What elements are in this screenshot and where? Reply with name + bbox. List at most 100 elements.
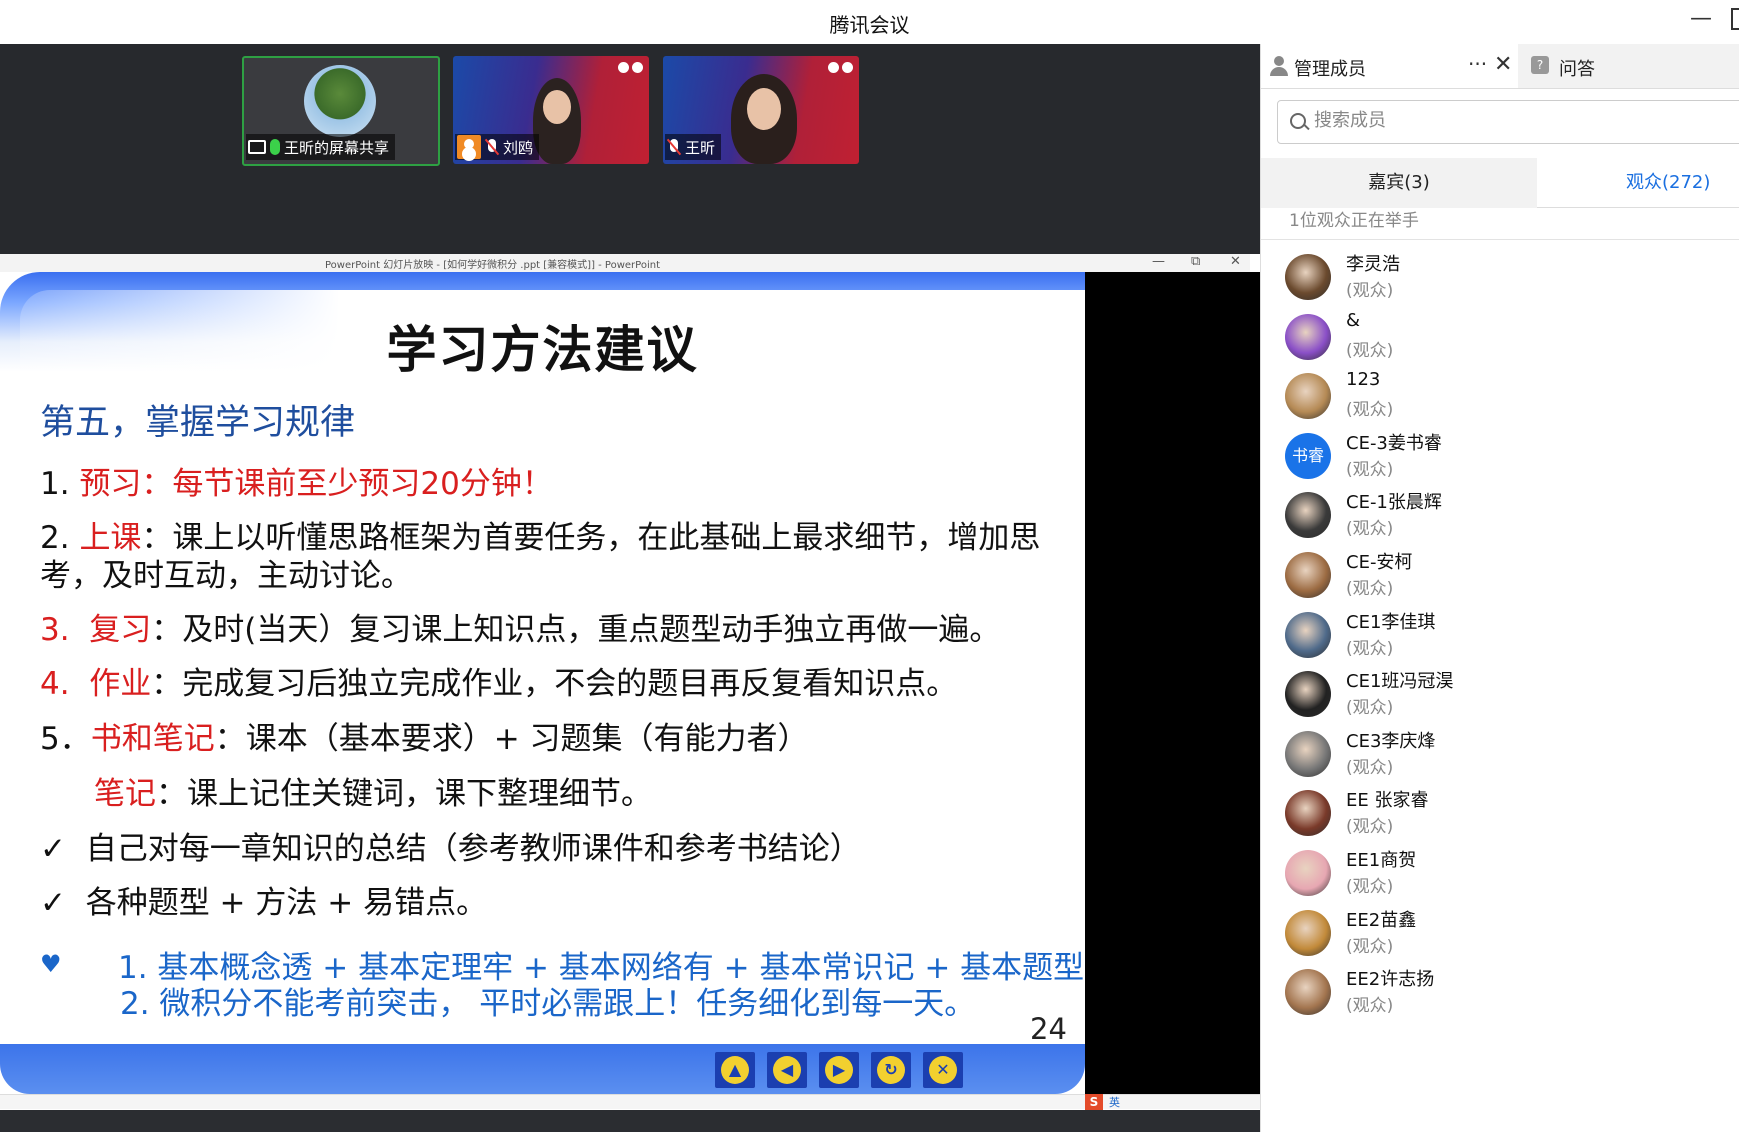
tab-audience[interactable]: 观众(272) <box>1537 158 1739 208</box>
avatar <box>1285 611 1331 658</box>
member-role: (观众) <box>1346 459 1394 480</box>
school-logos <box>828 62 853 73</box>
slide-tip-2: 2. 微积分不能考前突击， 平时必需跟上！任务细化到每一天。 <box>120 986 976 1022</box>
participant-video <box>533 78 581 164</box>
search-icon <box>1290 113 1306 129</box>
member-name: CE-1张晨辉 <box>1346 492 1442 514</box>
avatar <box>1285 969 1331 1016</box>
avatar <box>1285 373 1331 420</box>
member-name: EE2许志扬 <box>1346 969 1435 991</box>
participant-video <box>731 74 797 164</box>
search-input[interactable] <box>1312 109 1716 132</box>
member-icon <box>1269 56 1289 76</box>
slide-check-1: ✓ 自己对每一章知识的总结（参考教师课件和参考书结论） <box>40 831 861 867</box>
close-panel-button[interactable]: ✕ <box>1494 52 1512 77</box>
slide-line-2-cont: 考，及时互动，主动讨论。 <box>40 558 412 594</box>
slide-line-5: 5．书和笔记：课本（基本要求）+ 习题集（有能力者） <box>40 721 809 757</box>
member-role: (观众) <box>1346 400 1394 421</box>
school-logos <box>618 62 643 73</box>
member-name: 李灵浩 <box>1346 254 1400 275</box>
member-name: CE1李佳琪 <box>1346 611 1436 633</box>
tab-label: 管理成员 <box>1294 59 1366 80</box>
list-item[interactable]: 123 (观众) <box>1261 369 1739 435</box>
member-name: 123 <box>1346 369 1381 391</box>
video-tile-wang[interactable]: 王昕 <box>663 56 859 164</box>
tile-name-bar: 王昕 <box>665 134 722 160</box>
avatar: 书睿 <box>1285 432 1331 479</box>
return-icon: ↻ <box>877 1056 905 1084</box>
video-tile-screen-share[interactable]: 王昕的屏幕共享 <box>242 56 440 166</box>
slide-line-3: 3. 复习：及时(当天）复习课上知识点，重点题型动手独立再做一遍。 <box>40 612 1001 648</box>
slide-subtitle: 第五，掌握学习规律 <box>40 403 356 443</box>
list-item[interactable]: EE2许志扬 (观众) <box>1261 965 1739 1031</box>
tab-manage-members[interactable]: 管理成员 ··· ✕ <box>1261 44 1518 88</box>
avatar <box>1285 909 1331 956</box>
ime-toolbar[interactable]: S 英 <box>1085 1094 1120 1110</box>
close-icon: ✕ <box>929 1056 957 1084</box>
member-role: (观众) <box>1346 698 1394 719</box>
ppt-close-button[interactable]: ✕ <box>1230 254 1241 269</box>
member-role: (观众) <box>1346 996 1394 1017</box>
member-name: CE3李庆烽 <box>1346 730 1436 752</box>
check-icon: ✓ <box>40 885 66 921</box>
ppt-window-bar: PowerPoint 幻灯片放映 - [如何学好微积分 .ppt [兼容模式]]… <box>0 254 1250 273</box>
slide-line-1: 1. 预习：每节课前至少预习20分钟！ <box>40 466 553 502</box>
list-item[interactable]: 李灵浩 (观众) <box>1261 250 1739 316</box>
avatar <box>1285 254 1331 300</box>
list-item[interactable]: CE-1张晨辉 (观众) <box>1261 488 1739 554</box>
ppt-minimize-button[interactable]: — <box>1152 254 1165 269</box>
nav-end-button[interactable]: ✕ <box>923 1052 963 1088</box>
screen-share-icon <box>248 140 266 154</box>
nav-home-button[interactable]: ▲ <box>715 1052 755 1088</box>
nav-prev-button[interactable]: ◀ <box>767 1052 807 1088</box>
list-item[interactable]: EE1商贺 (观众) <box>1261 846 1739 912</box>
sogou-ime-icon: S <box>1085 1094 1103 1110</box>
member-role: (观众) <box>1346 757 1394 778</box>
list-item[interactable]: CE1李佳琪 (观众) <box>1261 608 1739 674</box>
avatar <box>1285 850 1331 896</box>
video-tile-liu[interactable]: 刘鸥 <box>453 56 649 164</box>
ppt-window-title: PowerPoint 幻灯片放映 - [如何学好微积分 .ppt [兼容模式]]… <box>325 260 660 271</box>
list-item[interactable]: CE3李庆烽 (观众) <box>1261 727 1739 793</box>
tab-guests[interactable]: 嘉宾(3) <box>1261 158 1537 208</box>
list-item[interactable]: 书睿 CE-3姜书睿 (观众) <box>1261 429 1739 495</box>
list-item[interactable]: & (观众) <box>1261 310 1739 376</box>
mic-muted-icon <box>667 139 681 155</box>
check-icon: ✓ <box>40 831 66 867</box>
member-segments: 嘉宾(3) 观众(272) <box>1261 158 1739 208</box>
meeting-bottom-bar <box>0 1110 1260 1132</box>
list-item[interactable]: EE2苗鑫 (观众) <box>1261 906 1739 972</box>
nav-return-button[interactable]: ↻ <box>871 1052 911 1088</box>
avatar <box>1285 313 1331 360</box>
maximize-button[interactable] <box>1731 8 1739 30</box>
nav-next-button[interactable]: ▶ <box>819 1052 859 1088</box>
panel-tabs: 管理成员 ··· ✕ ? 问答 <box>1261 44 1739 89</box>
member-role: (观众) <box>1346 638 1394 659</box>
member-search[interactable] <box>1277 100 1739 144</box>
tab-label: 问答 <box>1559 59 1595 80</box>
hands-raised-notice[interactable]: 1位观众正在举手 <box>1289 206 1419 231</box>
slide-page-number: 24 <box>1030 1012 1067 1046</box>
ppt-status-strip <box>0 1094 1260 1109</box>
tile-name: 刘鸥 <box>503 138 534 157</box>
minimize-button[interactable]: — <box>1690 6 1712 31</box>
qa-icon: ? <box>1531 56 1549 74</box>
avatar <box>1285 790 1331 837</box>
heart-icon: ♥ <box>40 950 62 978</box>
user-icon <box>457 135 481 159</box>
app-title: 腾讯会议 <box>829 13 910 37</box>
list-item[interactable]: CE-安柯 (观众) <box>1261 548 1739 614</box>
more-icon[interactable]: ··· <box>1468 52 1487 76</box>
list-item[interactable]: CE1班冯冠淏 (观众) <box>1261 667 1739 733</box>
tile-name: 王昕的屏幕共享 <box>284 138 390 157</box>
right-arrow-icon: ▶ <box>825 1056 853 1084</box>
left-arrow-icon: ◀ <box>773 1056 801 1084</box>
member-role: (观众) <box>1346 936 1394 957</box>
app-titlebar: 腾讯会议 — <box>0 0 1739 44</box>
ppt-restore-button[interactable]: ⧉ <box>1191 254 1200 269</box>
mic-on-icon <box>270 139 280 155</box>
list-item[interactable]: EE 张家睿 (观众) <box>1261 786 1739 852</box>
tile-name: 王昕 <box>685 138 716 157</box>
avatar <box>1285 730 1331 777</box>
ime-mode[interactable]: 英 <box>1109 1094 1120 1110</box>
